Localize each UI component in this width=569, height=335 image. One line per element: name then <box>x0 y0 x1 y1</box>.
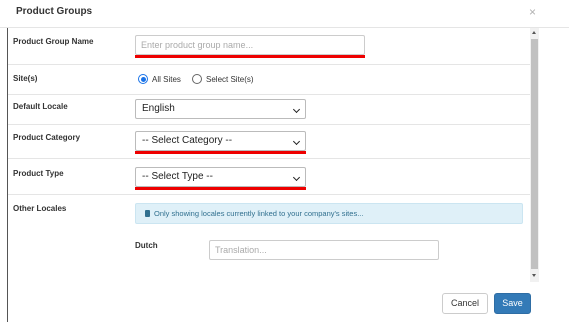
product-category-value: -- Select Category -- <box>142 135 233 146</box>
default-locale-value: English <box>142 103 175 114</box>
close-icon[interactable]: × <box>529 5 536 19</box>
scroll-up-icon[interactable] <box>532 31 536 34</box>
sites-row: Site(s) All Sites Select Site(s) <box>8 65 530 95</box>
modal-scrollbar[interactable] <box>530 28 539 282</box>
required-highlight <box>135 55 365 58</box>
locales-info-alert: Only showing locales currently linked to… <box>135 203 523 224</box>
product-category-label: Product Category <box>13 133 81 142</box>
product-type-select[interactable]: -- Select Type -- <box>135 167 306 187</box>
product-type-value: -- Select Type -- <box>142 171 213 182</box>
product-category-select[interactable]: -- Select Category -- <box>135 131 306 151</box>
select-sites-radio[interactable] <box>192 74 202 84</box>
all-sites-radio[interactable] <box>138 74 148 84</box>
locales-info-text: Only showing locales currently linked to… <box>154 209 364 218</box>
chevron-down-icon <box>292 105 301 114</box>
modal-title: Product Groups <box>16 6 93 17</box>
select-sites-label[interactable]: Select Site(s) <box>206 75 254 84</box>
save-button[interactable]: Save <box>494 293 531 314</box>
chevron-down-icon <box>292 137 301 146</box>
product-groups-modal: Product Groups × Product Group Name Site… <box>0 0 569 335</box>
divider <box>7 282 8 322</box>
product-type-label: Product Type <box>13 169 64 178</box>
product-type-row: Product Type -- Select Type -- <box>8 159 530 195</box>
chevron-down-icon <box>292 173 301 182</box>
modal-footer: Cancel Save <box>0 282 569 335</box>
required-highlight <box>135 187 306 190</box>
scrollbar-thumb[interactable] <box>531 39 538 269</box>
default-locale-row: Default Locale English <box>8 95 530 125</box>
modal-body[interactable]: Product Group Name Site(s) All Sites Sel… <box>7 28 530 282</box>
product-group-name-label: Product Group Name <box>13 37 94 46</box>
other-locales-label: Other Locales <box>13 204 67 213</box>
all-sites-label[interactable]: All Sites <box>152 75 181 84</box>
product-category-row: Product Category -- Select Category -- <box>8 125 530 159</box>
sites-label: Site(s) <box>13 74 38 83</box>
scroll-down-icon[interactable] <box>532 274 536 277</box>
modal-header: Product Groups × <box>0 0 569 28</box>
locale-name-dutch: Dutch <box>135 241 158 250</box>
building-icon <box>145 210 150 217</box>
default-locale-label: Default Locale <box>13 102 68 111</box>
product-group-name-row: Product Group Name <box>8 28 530 65</box>
product-group-name-input[interactable] <box>135 35 365 55</box>
default-locale-select[interactable]: English <box>135 99 306 119</box>
required-highlight <box>135 151 306 154</box>
dutch-translation-input[interactable] <box>209 240 439 260</box>
cancel-button[interactable]: Cancel <box>442 293 488 314</box>
